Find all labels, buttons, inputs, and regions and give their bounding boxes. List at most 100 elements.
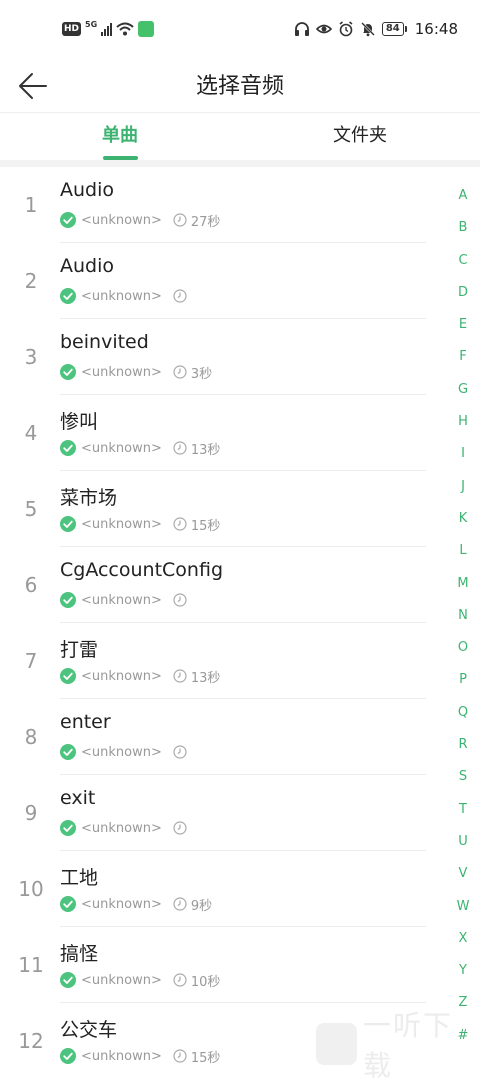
index-letter[interactable]: L [446,535,480,567]
section-divider [0,160,480,167]
track-row[interactable]: 4 惨叫 <unknown> 13秒 [0,395,450,471]
track-meta: <unknown> 3秒 [60,363,213,382]
track-duration: 13秒 [190,670,221,686]
check-circle-icon [60,1048,76,1064]
index-letter[interactable]: T [446,794,480,826]
track-artist: <unknown> [81,972,162,988]
index-letter[interactable]: R [446,729,480,761]
track-meta: <unknown> [60,743,191,761]
track-title: 打雷 [60,639,99,661]
index-letter[interactable]: O [446,632,480,664]
index-letter[interactable]: H [446,406,480,438]
clock-icon [173,441,187,455]
index-letter[interactable]: Y [446,955,480,987]
index-letter[interactable]: A [446,180,480,212]
index-letter[interactable]: C [446,245,480,277]
track-row[interactable]: 1 Audio <unknown> 27秒 [0,167,450,243]
watermark: 一听下载 [316,1009,480,1082]
track-list: 1 Audio <unknown> 27秒 2 Audio <unknown> 3 beinvi… [0,167,450,1067]
clock-icon [173,973,187,987]
status-right: 84 16:48 [294,19,458,39]
index-letter[interactable]: P [446,664,480,696]
mute-bell-icon [360,22,375,37]
track-row[interactable]: 10 工地 <unknown> 9秒 [0,851,450,927]
track-artist: <unknown> [81,744,162,760]
track-row[interactable]: 6 CgAccountConfig <unknown> [0,547,450,623]
status-left: HD 5G [62,19,155,39]
wifi-icon [116,22,134,36]
track-duration: 15秒 [190,518,221,534]
check-circle-icon [60,820,76,836]
clock-icon [173,213,187,227]
track-artist: <unknown> [81,364,162,380]
track-index: 3 [24,345,38,369]
network-type: 5G [85,19,98,29]
track-row[interactable]: 11 搞怪 <unknown> 10秒 [0,927,450,1003]
alarm-icon [339,21,353,37]
track-index: 7 [24,649,38,673]
track-title: Audio [60,255,115,277]
track-title: beinvited [60,331,149,353]
check-circle-icon [60,364,76,380]
signal-icon [101,22,113,36]
track-meta: <unknown> 9秒 [60,895,213,914]
check-circle-icon [60,212,76,228]
index-letter[interactable]: M [446,568,480,600]
index-letter[interactable]: D [446,277,480,309]
clock-time: 16:48 [414,20,458,38]
page-title: 选择音频 [195,74,284,99]
clock-icon [173,517,187,531]
track-row[interactable]: 2 Audio <unknown> [0,243,450,319]
tab-single[interactable]: 单曲 [40,113,200,161]
index-letter[interactable]: I [446,438,480,470]
check-circle-icon [60,972,76,988]
clock-icon [173,745,187,759]
index-letter[interactable]: W [446,891,480,923]
track-duration: 13秒 [190,442,221,458]
app-notification-icon [138,21,155,37]
index-letter[interactable]: X [446,923,480,955]
index-letter[interactable]: J [446,471,480,503]
index-letter[interactable]: Q [446,697,480,729]
track-row[interactable]: 5 菜市场 <unknown> 15秒 [0,471,450,547]
alphabet-index-bar[interactable]: A B C D E F G H I J K L M N O P Q R S T U V W X Y Z # [446,180,480,1052]
track-duration: 3秒 [190,366,213,382]
index-letter[interactable]: B [446,212,480,244]
index-letter[interactable]: N [446,600,480,632]
track-duration: 9秒 [190,898,213,914]
clock-icon [173,669,187,683]
track-index: 10 [18,877,44,901]
track-title: 搞怪 [60,943,99,965]
track-row[interactable]: 9 exit <unknown> [0,775,450,851]
track-title: Audio [60,179,115,201]
track-index: 12 [18,1029,44,1053]
tab-folder[interactable]: 文件夹 [280,113,440,161]
track-row[interactable]: 7 打雷 <unknown> 13秒 [0,623,450,699]
app-header: 选择音频 [0,60,480,113]
index-letter[interactable]: F [446,341,480,373]
track-row[interactable]: 8 enter <unknown> [0,699,450,775]
clock-icon [173,365,187,379]
clock-icon [173,593,187,607]
clock-icon [173,897,187,911]
track-meta: <unknown> 10秒 [60,971,220,990]
track-row[interactable]: 3 beinvited <unknown> 3秒 [0,319,450,395]
eye-icon [315,24,332,34]
track-index: 1 [24,193,38,217]
index-letter[interactable]: E [446,309,480,341]
check-circle-icon [60,516,76,532]
track-meta: <unknown> 27秒 [60,211,220,230]
track-title: exit [60,787,96,809]
index-letter[interactable]: S [446,761,480,793]
check-circle-icon [60,668,76,684]
track-index: 5 [24,497,38,521]
track-index: 2 [24,269,38,293]
index-letter[interactable]: G [446,374,480,406]
clock-icon [173,289,187,303]
index-letter[interactable]: K [446,503,480,535]
track-artist: <unknown> [81,896,162,912]
index-letter[interactable]: U [446,826,480,858]
track-artist: <unknown> [81,668,162,684]
check-circle-icon [60,744,76,760]
index-letter[interactable]: V [446,858,480,890]
